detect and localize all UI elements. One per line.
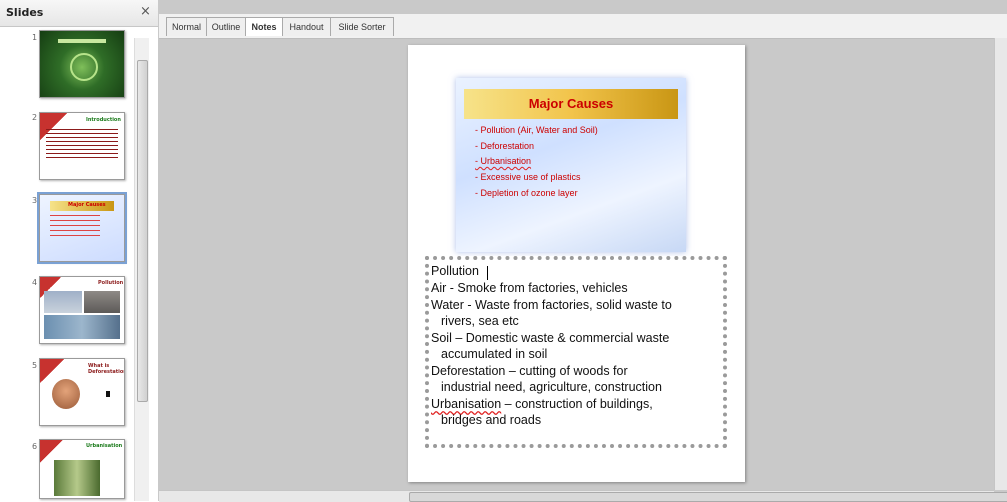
slide-bullet: - Excessive use of plastics	[475, 172, 581, 182]
tab-slide-sorter[interactable]: Slide Sorter	[330, 17, 394, 36]
factory-photo	[84, 291, 120, 313]
misspelled-word: Urbanisation	[431, 397, 502, 411]
thumbnail-heading: Pollution	[98, 280, 124, 286]
notes-line: Deforestation – cutting of woods for	[431, 364, 628, 378]
tab-outline[interactable]: Outline	[206, 17, 246, 36]
notes-line: Pollution	[431, 264, 479, 278]
close-icon[interactable]: ×	[140, 4, 151, 19]
slide-thumbnail-5[interactable]: What is Deforestation?	[39, 358, 125, 426]
forest-photo	[54, 460, 100, 496]
text-cursor	[487, 266, 488, 280]
person-photo	[52, 379, 80, 409]
smoke-photo	[44, 291, 82, 313]
slide-number: 1	[32, 33, 38, 42]
main-vertical-scrollbar[interactable]	[994, 38, 1007, 490]
tab-handout[interactable]: Handout	[282, 17, 331, 36]
slide-thumbnail-1[interactable]	[39, 30, 125, 98]
thumbnail-heading: Introduction	[86, 117, 121, 123]
slide-number: 6	[32, 442, 38, 451]
slide-number: 4	[32, 278, 38, 287]
globe-graphic	[70, 53, 98, 81]
slide-number: 2	[32, 113, 38, 122]
thumbnail-title-line	[58, 39, 106, 43]
tab-normal[interactable]: Normal	[166, 17, 207, 36]
slide-bullet: - Depletion of ozone layer	[475, 188, 578, 198]
tab-notes[interactable]: Notes	[245, 17, 283, 36]
notes-line-continuation: – construction of buildings,	[501, 397, 653, 411]
notes-line: bridges and roads	[441, 413, 542, 427]
notes-line: Air - Smoke from factories, vehicles	[431, 281, 628, 295]
slide-thumbnail-6[interactable]: Urbanisation	[39, 439, 125, 499]
main-horizontal-scrollbar[interactable]	[159, 490, 1007, 502]
slide-number: 3	[32, 196, 38, 205]
slide-bullet: - Deforestation	[475, 141, 535, 151]
waste-photo	[44, 315, 120, 339]
scrollbar-thumb[interactable]	[137, 60, 148, 402]
notes-line: Soil – Domestic waste & commercial waste	[431, 331, 670, 345]
notes-line: industrial need, agriculture, constructi…	[441, 380, 662, 394]
small-graphic	[106, 391, 110, 397]
notes-line: rivers, sea etc	[441, 314, 519, 328]
slide-bullet: - Urbanisation	[475, 156, 532, 166]
slides-pane-title: Slides	[6, 6, 44, 19]
slide-number: 5	[32, 361, 38, 370]
notes-line: accumulated in soil	[441, 347, 548, 361]
slide-bullet: - Pollution (Air, Water and Soil)	[475, 125, 598, 135]
slide-thumbnail-4[interactable]: Pollution	[39, 276, 125, 344]
slide-title: Major Causes	[528, 96, 614, 111]
thumbnail-heading: Major Causes	[68, 202, 106, 208]
thumbnail-text-lines	[50, 215, 100, 239]
notes-line: Water - Waste from factories, solid wast…	[431, 298, 672, 312]
slides-pane-scrollbar[interactable]	[134, 38, 149, 501]
slide-title-bar: Major Causes	[464, 89, 678, 119]
thumbnail-heading: Urbanisation	[86, 443, 123, 449]
thumbnail-heading: What is Deforestation?	[88, 363, 124, 375]
slide-thumbnail-2[interactable]: Introduction	[39, 112, 125, 180]
thumbnail-text-lines	[46, 129, 118, 161]
slide-thumbnail-3[interactable]: Major Causes	[37, 192, 127, 264]
notes-line: Urbanisation – construction of buildings…	[431, 397, 653, 411]
